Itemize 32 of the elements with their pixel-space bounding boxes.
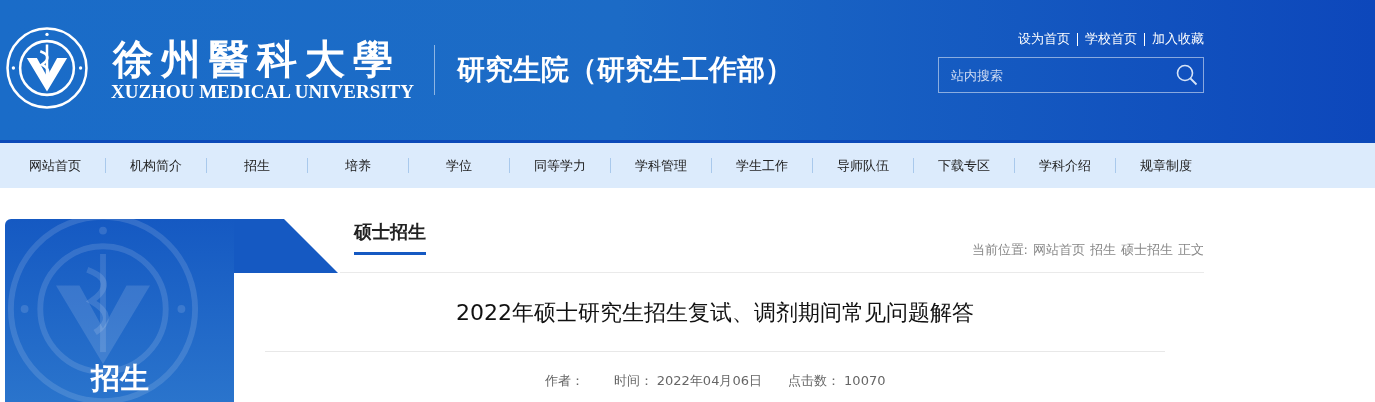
- nav-item[interactable]: 导师队伍: [813, 158, 914, 173]
- sidebar-title: 招生: [90, 361, 149, 395]
- university-seal-icon: [5, 26, 89, 110]
- top-link[interactable]: 设为首页: [1018, 30, 1070, 48]
- search-icon[interactable]: [1176, 64, 1198, 86]
- nav-item[interactable]: 规章制度: [1116, 158, 1216, 173]
- site-title: 研究生院（研究生工作部）: [457, 52, 793, 88]
- breadcrumb-link[interactable]: 正文: [1178, 241, 1204, 259]
- breadcrumb-link[interactable]: 招生: [1090, 241, 1116, 259]
- logo-calligraphy: 徐州醫科大學: [113, 36, 402, 82]
- logo-english-name: XUZHOU MEDICAL UNIVERSITY: [111, 82, 414, 102]
- nav-item[interactable]: 学生工作: [712, 158, 813, 173]
- breadcrumb-link[interactable]: 网站首页: [1033, 241, 1085, 259]
- section-title: 硕士招生: [354, 220, 426, 255]
- breadcrumb-label: 当前位置:: [971, 241, 1028, 259]
- nav-item[interactable]: 学位: [409, 158, 510, 173]
- top-link[interactable]: 学校首页: [1085, 30, 1137, 48]
- nav-item[interactable]: 网站首页: [5, 158, 106, 173]
- nav-item[interactable]: 招生: [207, 158, 308, 173]
- article-meta: 点击数： 10070: [787, 372, 886, 390]
- nav-item[interactable]: 同等学力: [510, 158, 611, 173]
- nav-item[interactable]: 机构简介: [106, 158, 207, 173]
- nav-item[interactable]: 学科管理: [611, 158, 712, 173]
- article-meta: 作者：: [544, 372, 585, 390]
- nav-item[interactable]: 学科介绍: [1015, 158, 1116, 173]
- article-meta: 时间： 2022年04月06日: [613, 372, 762, 390]
- top-link[interactable]: 加入收藏: [1152, 30, 1204, 48]
- nav-item[interactable]: 下载专区: [914, 158, 1015, 173]
- article-title: 2022年硕士研究生招生复试、调剂期间常见问题解答: [265, 273, 1165, 352]
- nav-item[interactable]: 培养: [308, 158, 409, 173]
- breadcrumb-link[interactable]: 硕士招生: [1121, 241, 1173, 259]
- search-field[interactable]: 站内搜索: [938, 57, 1204, 93]
